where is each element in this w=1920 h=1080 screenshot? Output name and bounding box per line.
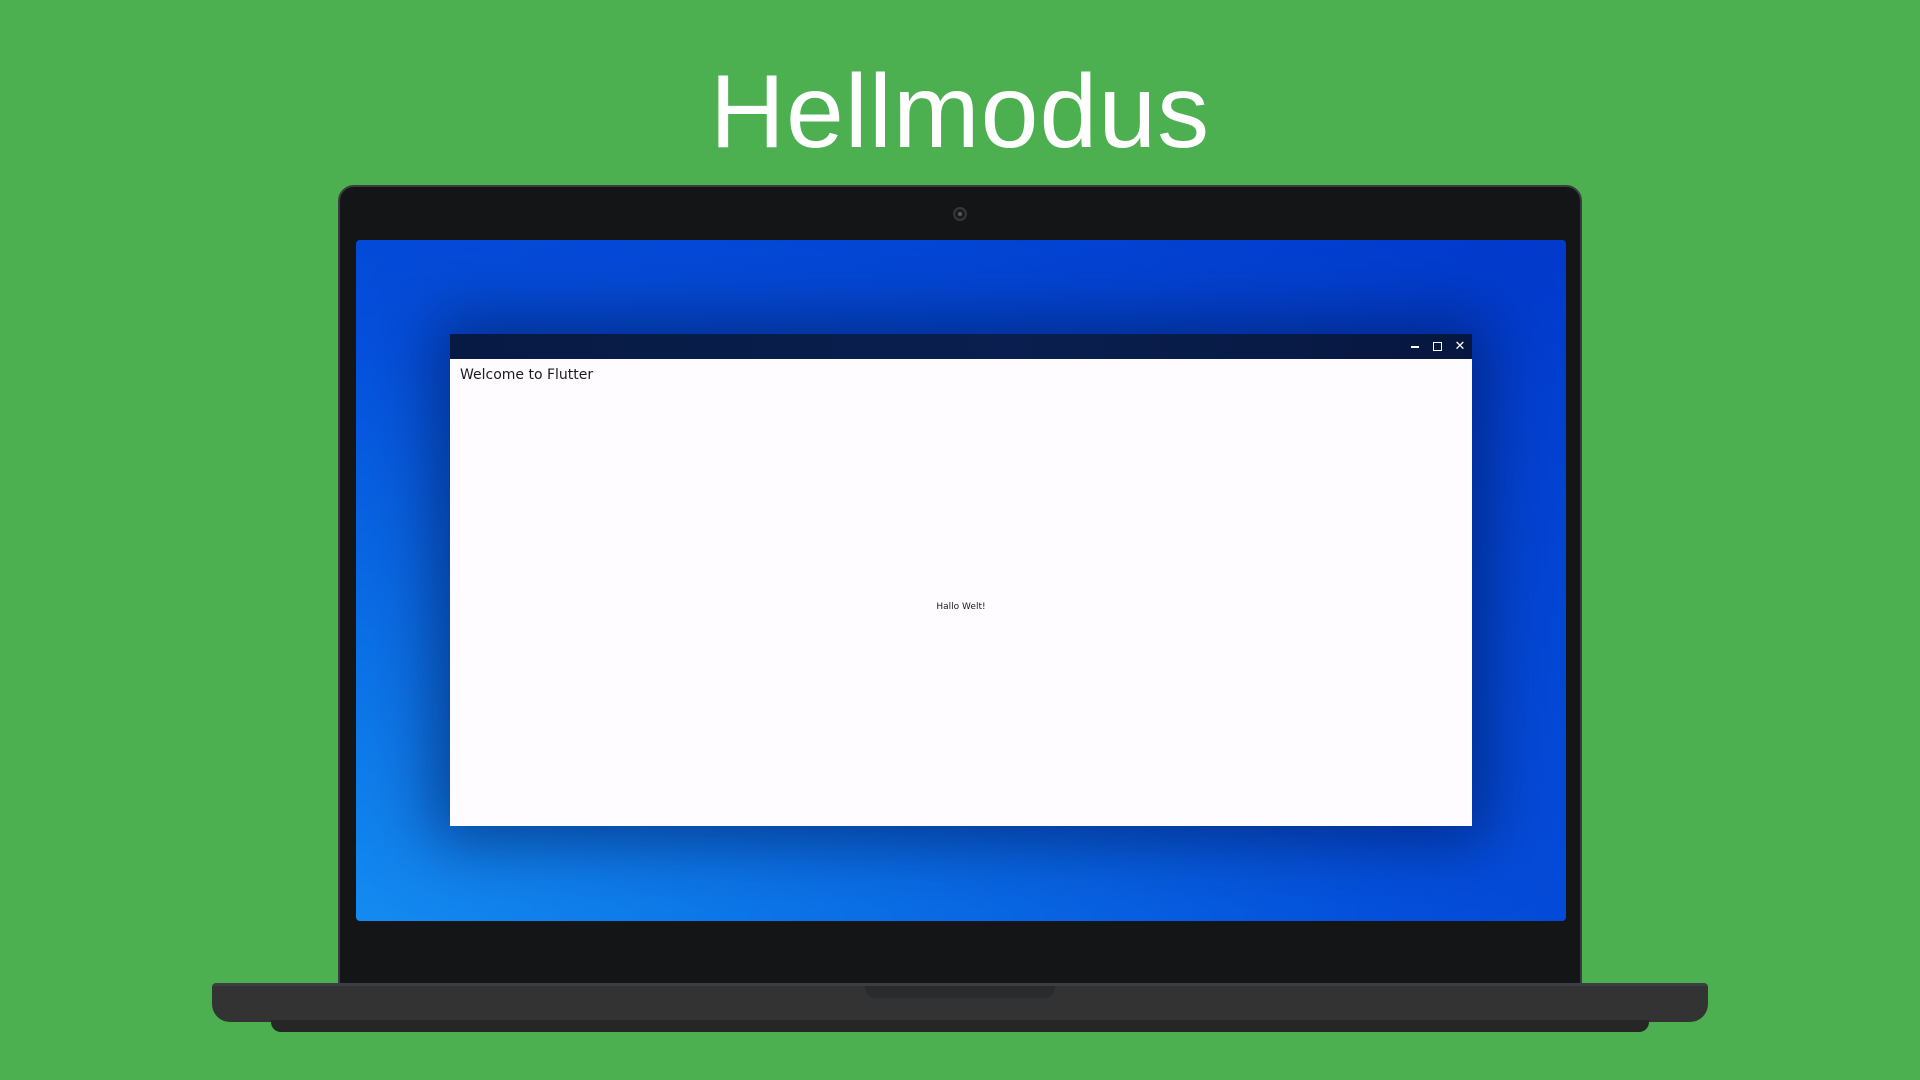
laptop-notch xyxy=(865,986,1055,998)
laptop-lid: ✕ Welcome to Flutter Hallo Welt! xyxy=(338,185,1582,985)
close-button[interactable]: ✕ xyxy=(1449,334,1471,359)
minimize-button[interactable] xyxy=(1404,334,1426,359)
app-body: Welcome to Flutter Hallo Welt! xyxy=(450,359,1472,826)
desktop-screen: ✕ Welcome to Flutter Hallo Welt! xyxy=(356,240,1566,921)
laptop-foot xyxy=(271,1020,1649,1032)
window-titlebar[interactable]: ✕ xyxy=(450,334,1472,359)
laptop-base xyxy=(212,983,1708,1022)
hello-text: Hallo Welt! xyxy=(936,602,986,612)
app-window: ✕ Welcome to Flutter Hallo Welt! xyxy=(450,334,1472,826)
promo-stage: Hellmodus ✕ Welcome to Flutter Hallo Wel… xyxy=(0,0,1920,1080)
maximize-button[interactable] xyxy=(1427,334,1449,359)
close-icon: ✕ xyxy=(1454,339,1466,354)
maximize-icon xyxy=(1433,342,1442,351)
minimize-icon xyxy=(1411,346,1419,348)
app-title: Welcome to Flutter xyxy=(460,367,594,383)
headline: Hellmodus xyxy=(709,54,1211,170)
camera-icon xyxy=(953,207,967,221)
